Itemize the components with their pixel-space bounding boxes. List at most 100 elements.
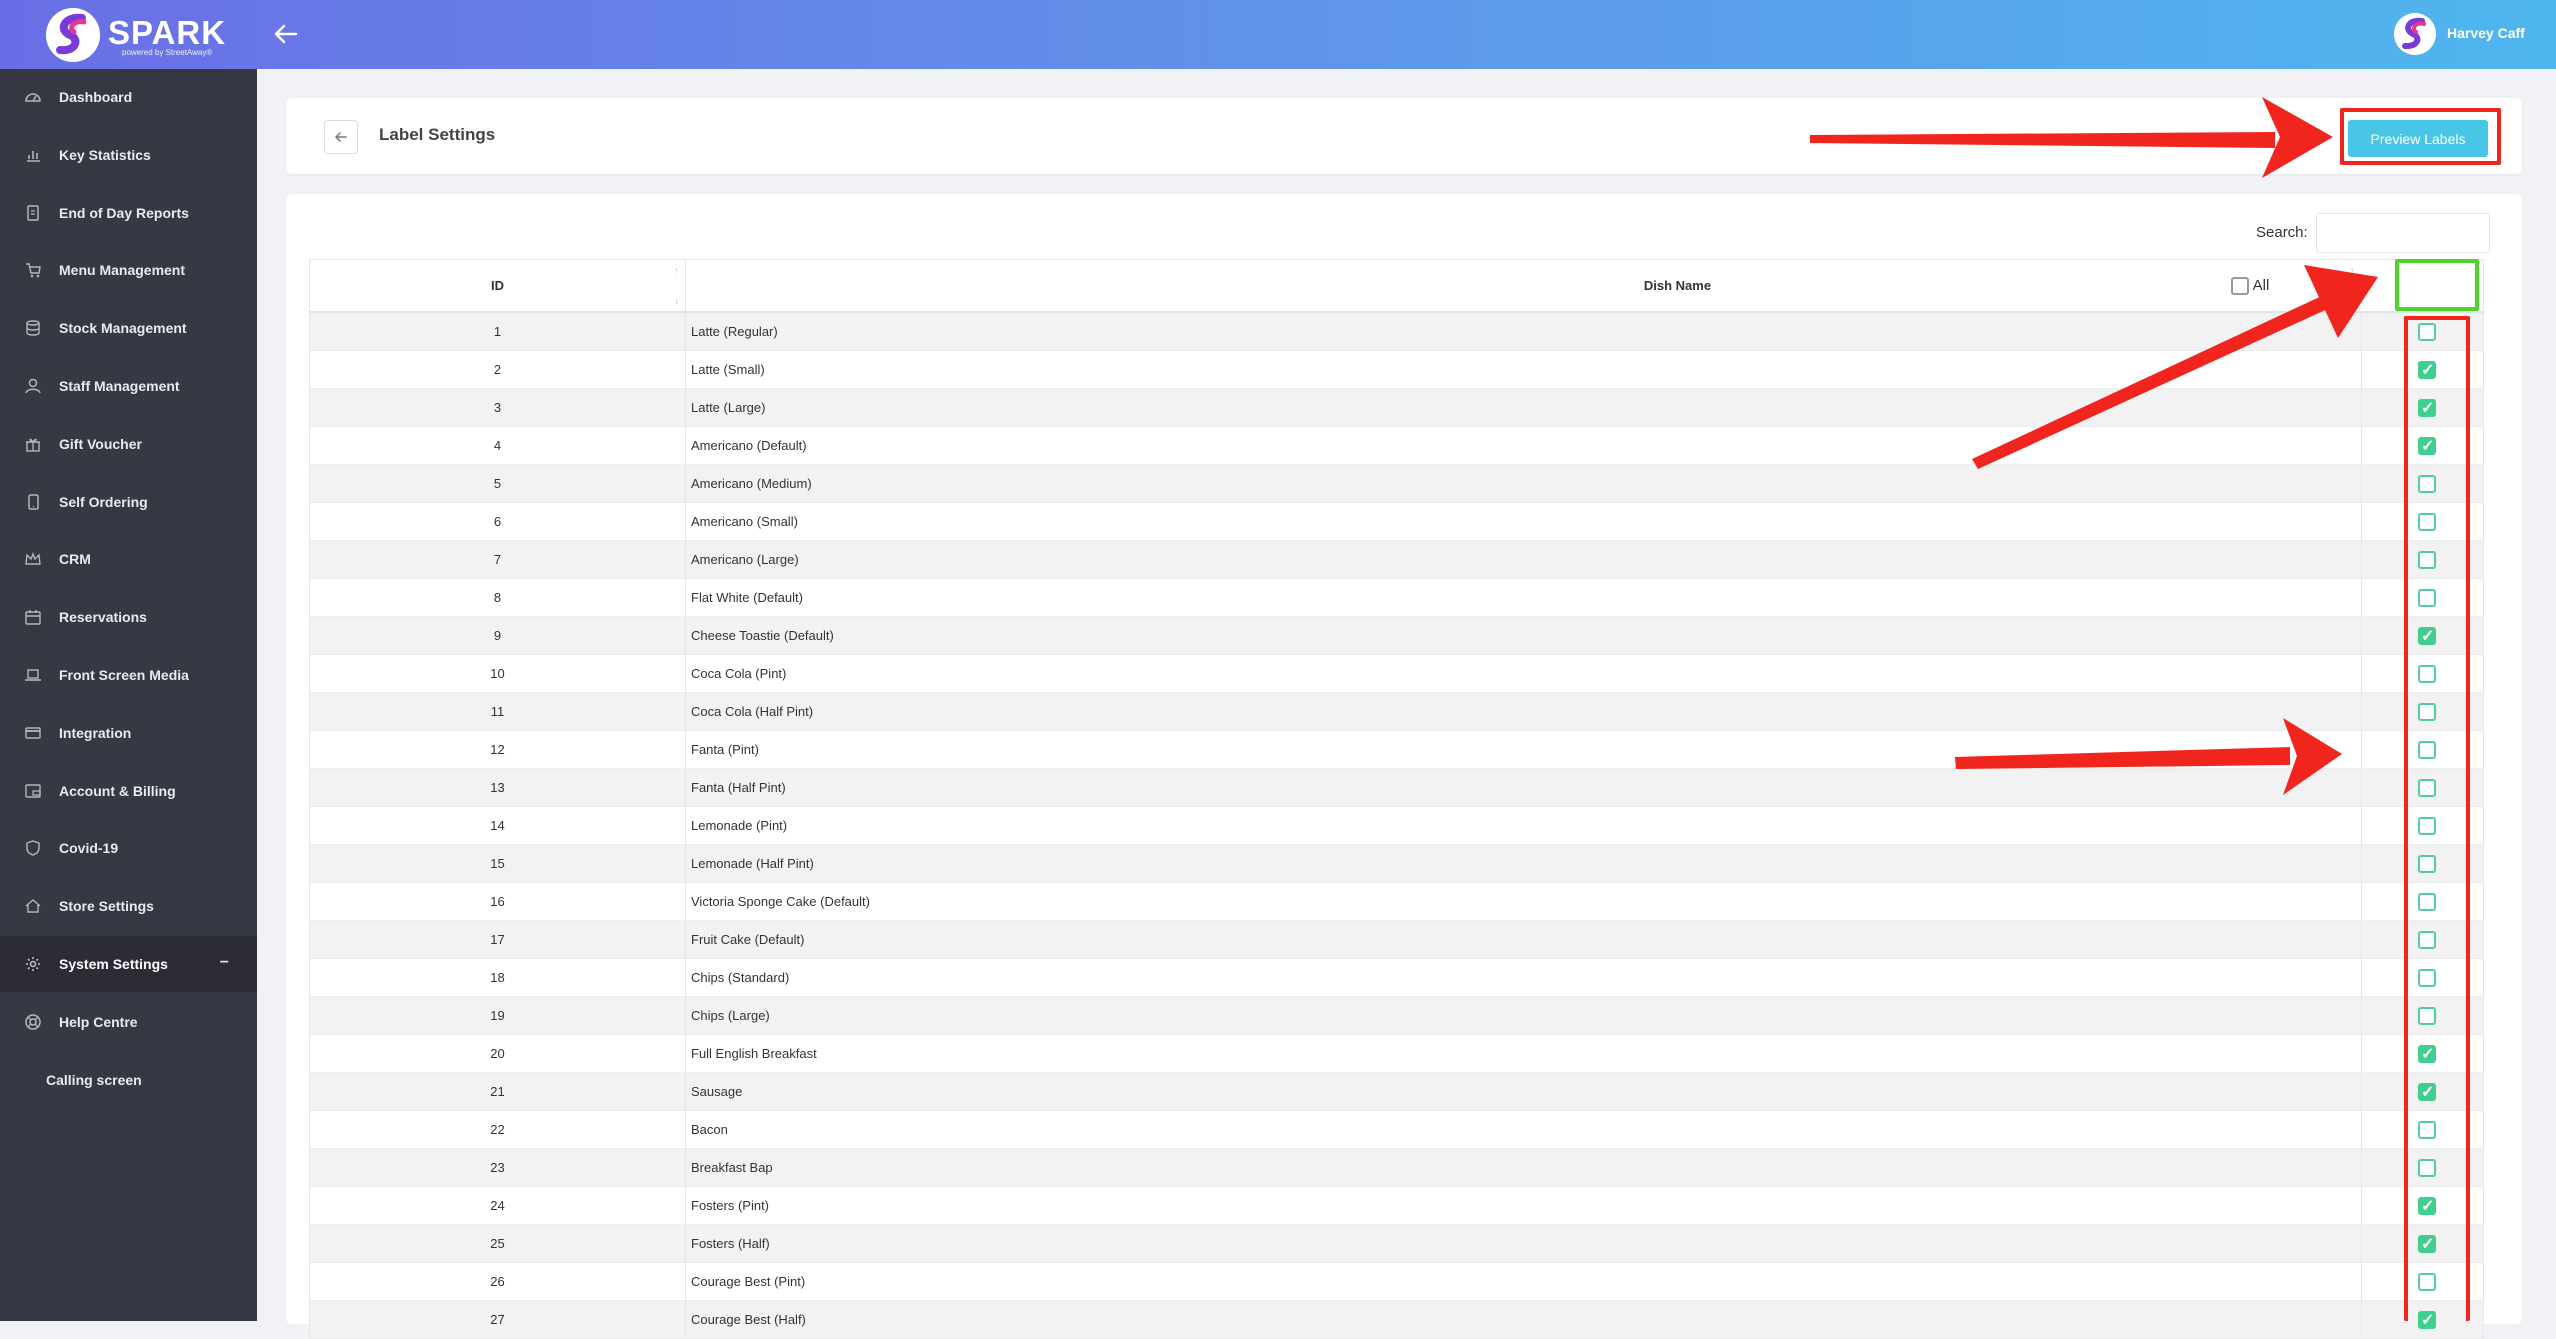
home-icon — [24, 897, 42, 915]
cell-id: 21 — [310, 1073, 686, 1110]
sidebar-item-crm[interactable]: CRM — [0, 531, 257, 587]
sidebar-item-label: Key Statistics — [59, 146, 151, 163]
sidebar-item-system-settings[interactable]: System Settings − — [0, 936, 257, 992]
column-divider — [2361, 579, 2362, 616]
billing-icon — [24, 782, 42, 800]
column-divider — [2361, 1073, 2362, 1110]
sidebar-item-self-ordering[interactable]: Self Ordering — [0, 474, 257, 530]
select-all-checkbox[interactable] — [2230, 276, 2249, 295]
tablet-icon — [24, 493, 42, 511]
gift-icon — [24, 435, 42, 453]
cell-dish-name: Fosters (Half) — [691, 1236, 770, 1251]
column-divider — [2361, 845, 2362, 882]
cell-id: 13 — [310, 769, 686, 806]
column-divider — [2361, 693, 2362, 730]
table-header: ID ↑ ↓ Dish Name ↑ All — [309, 259, 2484, 313]
column-divider — [2361, 427, 2362, 464]
cell-id: 20 — [310, 1035, 686, 1072]
search-input[interactable] — [2316, 213, 2490, 253]
cart-icon — [24, 261, 42, 279]
column-divider — [2361, 1111, 2362, 1148]
cell-id: 24 — [310, 1187, 686, 1224]
sidebar-item-label: Gift Voucher — [59, 435, 142, 452]
sidebar-item-front-screen-media[interactable]: Front Screen Media — [0, 647, 257, 703]
sidebar-item-stock-management[interactable]: Stock Management — [0, 300, 257, 356]
lifebuoy-icon — [24, 1013, 42, 1031]
back-arrow-icon[interactable] — [270, 18, 302, 50]
cell-id: 18 — [310, 959, 686, 996]
cell-id: 17 — [310, 921, 686, 958]
sidebar-item-reservations[interactable]: Reservations — [0, 589, 257, 645]
sidebar-item-staff-management[interactable]: Staff Management — [0, 358, 257, 414]
sort-down-icon: ↓ — [674, 296, 680, 306]
column-divider — [2361, 1035, 2362, 1072]
table-row: 27 Courage Best (Half) — [309, 1301, 2484, 1339]
column-divider — [2361, 389, 2362, 426]
column-divider — [2361, 997, 2362, 1034]
column-divider — [2361, 503, 2362, 540]
sidebar-item-label: Menu Management — [59, 262, 186, 279]
table-row: 13 Fanta (Half Pint) — [309, 769, 2484, 807]
sidebar-item-label: Help Centre — [59, 1013, 138, 1030]
table-row: 22 Bacon — [309, 1111, 2484, 1149]
table-row: 23 Breakfast Bap — [309, 1149, 2484, 1187]
calendar-icon — [24, 608, 42, 626]
column-header-dish-name-label: Dish Name — [1643, 278, 1712, 293]
report-icon — [24, 204, 42, 222]
sidebar-item-label: Account & Billing — [59, 782, 176, 799]
sidebar-item-menu-management[interactable]: Menu Management — [0, 242, 257, 298]
table-row: 7 Americano (Large) — [309, 541, 2484, 579]
column-divider — [2361, 807, 2362, 844]
table-row: 4 Americano (Default) — [309, 427, 2484, 465]
table-row: 6 Americano (Small) — [309, 503, 2484, 541]
sidebar-item-key-statistics[interactable]: Key Statistics — [0, 127, 257, 183]
sidebar-item-account-billing[interactable]: Account & Billing — [0, 763, 257, 819]
select-all-label: All — [2252, 277, 2270, 294]
column-divider — [2361, 465, 2362, 502]
sidebar-item-dashboard[interactable]: Dashboard — [0, 69, 257, 125]
cell-dish-name: Chips (Standard) — [691, 970, 790, 985]
cell-dish-name: Coca Cola (Pint) — [691, 666, 787, 681]
table-row: 11 Coca Cola (Half Pint) — [309, 693, 2484, 731]
gear-icon — [24, 955, 42, 973]
user-avatar[interactable] — [2394, 13, 2436, 55]
user-name[interactable]: Harvey Caff — [2447, 25, 2525, 41]
sidebar-item-help-centre[interactable]: Help Centre — [0, 994, 257, 1050]
sidebar-item-label: Stock Management — [59, 320, 187, 337]
sidebar-item-end-of-day-reports[interactable]: End of Day Reports — [0, 185, 257, 241]
sidebar-item-calling-screen[interactable]: Calling screen — [0, 1052, 257, 1108]
cell-id: 15 — [310, 845, 686, 882]
annotation-box-checkbox-column — [2404, 316, 2470, 1321]
column-divider — [2361, 1187, 2362, 1224]
table-row: 1 Latte (Regular) — [309, 313, 2484, 351]
page-header: Label Settings Preview Labels — [286, 98, 2522, 174]
cell-dish-name: Bacon — [691, 1122, 728, 1137]
sidebar-item-label: Integration — [59, 724, 132, 741]
table-row: 15 Lemonade (Half Pint) — [309, 845, 2484, 883]
cell-id: 14 — [310, 807, 686, 844]
spark-logo[interactable] — [46, 8, 100, 62]
column-divider — [2361, 351, 2362, 388]
cell-id: 26 — [310, 1263, 686, 1300]
column-header-id[interactable]: ID ↑ ↓ — [310, 260, 686, 311]
annotation-box-preview-button — [2340, 108, 2501, 165]
sidebar-item-integration[interactable]: Integration — [0, 705, 257, 761]
select-all[interactable]: All — [2200, 260, 2300, 311]
cell-dish-name: Fanta (Pint) — [691, 742, 759, 757]
column-divider — [2361, 1263, 2362, 1300]
column-divider — [2361, 1149, 2362, 1186]
sidebar-item-store-settings[interactable]: Store Settings — [0, 878, 257, 934]
collapse-icon[interactable]: − — [220, 954, 229, 972]
bar-chart-icon — [24, 146, 42, 164]
table-row: 3 Latte (Large) — [309, 389, 2484, 427]
table-row: 9 Cheese Toastie (Default) — [309, 617, 2484, 655]
sidebar-item-label: Reservations — [59, 609, 147, 626]
sidebar-item-covid-19[interactable]: Covid-19 — [0, 820, 257, 876]
brand-tagline: powered by StreetAway® — [122, 48, 213, 57]
back-button[interactable] — [324, 120, 358, 154]
top-bar: SPARK powered by StreetAway® Harvey Caff — [0, 0, 2556, 69]
column-divider — [2361, 959, 2362, 996]
cell-dish-name: Courage Best (Half) — [691, 1312, 806, 1327]
cell-dish-name: Breakfast Bap — [691, 1160, 773, 1175]
sidebar-item-gift-voucher[interactable]: Gift Voucher — [0, 416, 257, 472]
